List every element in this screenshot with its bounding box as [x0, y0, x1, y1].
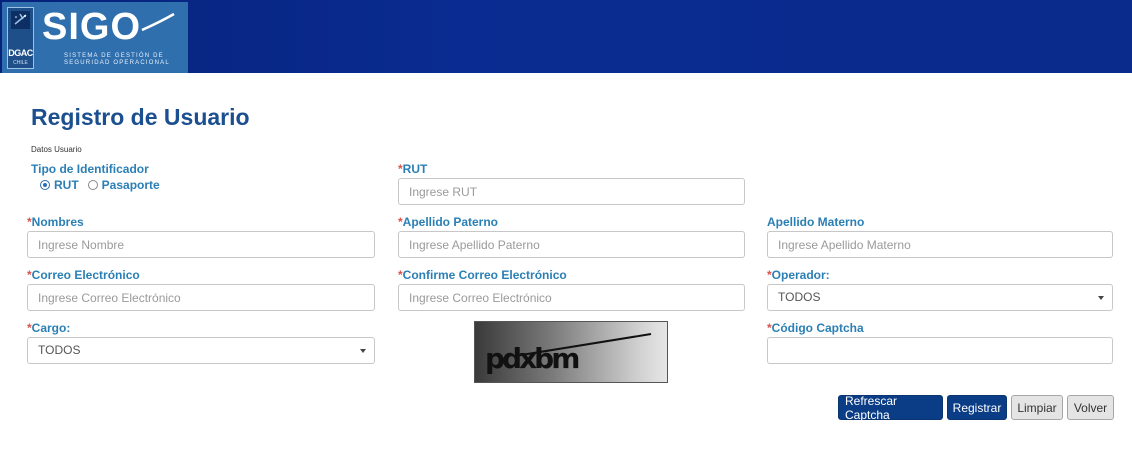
rut-input[interactable] [398, 178, 745, 205]
nombres-label: *Nombres [27, 215, 84, 229]
radio-rut-label[interactable]: RUT [54, 178, 79, 192]
app-name: SIGO [42, 6, 142, 48]
id-type-radio-group: RUT Pasaporte [40, 178, 160, 192]
section-label: Datos Usuario [31, 145, 82, 154]
id-type-label: Tipo de Identificador [31, 162, 149, 176]
back-button[interactable]: Volver [1067, 395, 1114, 420]
sigo-logo[interactable]: DGAC CHILE SIGO SISTEMA DE GESTIÓN DE SE… [2, 2, 188, 73]
nombres-label-text: Nombres [31, 215, 84, 229]
confirme-correo-input[interactable] [398, 284, 745, 311]
operador-select[interactable]: TODOS [767, 284, 1113, 311]
captcha-label: *Código Captcha [767, 321, 864, 335]
apellido-paterno-label: *Apellido Paterno [398, 215, 498, 229]
radio-pasaporte-label[interactable]: Pasaporte [102, 178, 160, 192]
dgac-logo: DGAC CHILE [7, 7, 34, 69]
dgac-country: CHILE [13, 60, 28, 66]
page-title: Registro de Usuario [31, 104, 250, 130]
register-button[interactable]: Registrar [947, 395, 1007, 420]
app-subtitle-line1: SISTEMA DE GESTIÓN DE [64, 53, 164, 59]
cargo-select[interactable]: TODOS [27, 337, 375, 364]
clear-button[interactable]: Limpiar [1011, 395, 1063, 420]
app-header: DGAC CHILE SIGO SISTEMA DE GESTIÓN DE SE… [0, 0, 1132, 73]
radio-rut[interactable] [40, 180, 50, 190]
apellido-paterno-label-text: Apellido Paterno [402, 215, 499, 229]
correo-input[interactable] [27, 284, 375, 311]
refresh-captcha-button[interactable]: Refrescar Captcha [838, 394, 943, 422]
rut-label-text: RUT [402, 162, 428, 176]
confirme-correo-label: *Confirme Correo Electrónico [398, 268, 567, 282]
confirme-correo-label-text: Confirme Correo Electrónico [402, 268, 567, 282]
apellido-paterno-input[interactable] [398, 231, 745, 258]
dgac-label: DGAC [8, 48, 33, 58]
captcha-image: pdxbm [474, 321, 668, 383]
chevron-down-icon [1098, 296, 1104, 300]
captcha-text: pdxbm [485, 342, 580, 375]
operador-select-value: TODOS [778, 290, 821, 304]
cargo-label-text: Cargo: [31, 321, 71, 335]
app-subtitle-line2: SEGURIDAD OPERACIONAL [64, 60, 170, 66]
correo-label-text: Correo Electrónico [31, 268, 140, 282]
operador-label-text: Operador: [771, 268, 830, 282]
apellido-materno-input[interactable] [767, 231, 1113, 258]
nombres-input[interactable] [27, 231, 375, 258]
captcha-label-text: Código Captcha [771, 321, 864, 335]
operador-label: *Operador: [767, 268, 830, 282]
correo-label: *Correo Electrónico [27, 268, 140, 282]
swoosh-icon [141, 12, 175, 32]
cargo-label: *Cargo: [27, 321, 70, 335]
rut-label: *RUT [398, 162, 427, 176]
chevron-down-icon [360, 349, 366, 353]
captcha-input[interactable] [767, 337, 1113, 364]
apellido-materno-label: Apellido Materno [767, 215, 865, 229]
radio-pasaporte[interactable] [87, 180, 98, 190]
cargo-select-value: TODOS [38, 343, 81, 357]
dgac-emblem-icon [11, 11, 30, 29]
